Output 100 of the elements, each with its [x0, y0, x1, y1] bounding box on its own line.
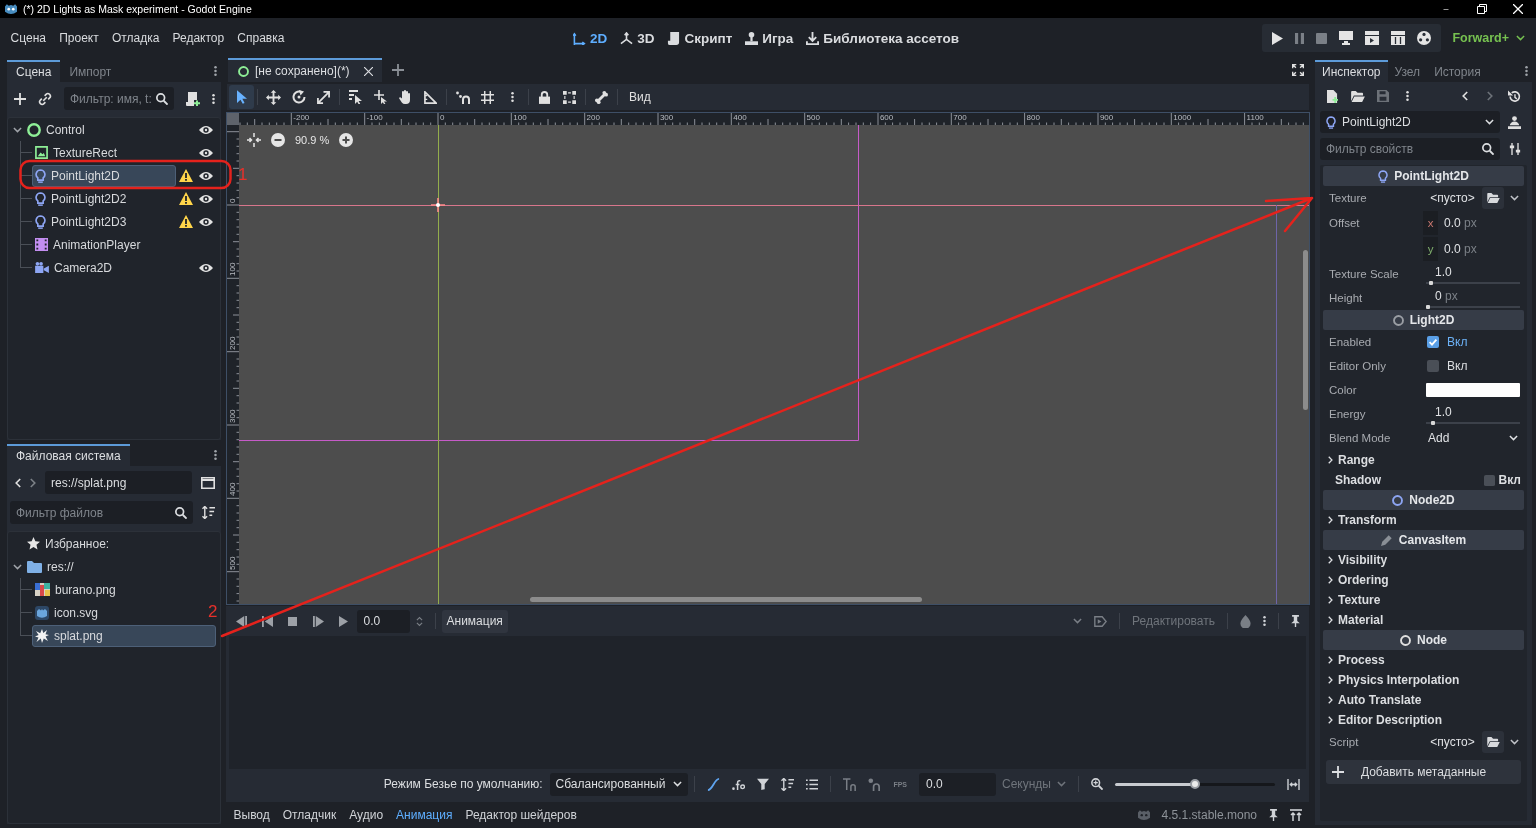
menu-item[interactable]: Отладка: [105, 28, 166, 48]
pause-icon[interactable]: [1295, 32, 1305, 44]
file-item[interactable]: burano.png: [32, 578, 121, 601]
sliders-icon[interactable]: [1508, 143, 1521, 155]
workspace-tab[interactable]: 2D: [572, 30, 608, 46]
scene-node-item[interactable]: AnimationPlayer: [32, 233, 146, 256]
property-group[interactable]: Range: [1323, 450, 1524, 470]
renderer-dropdown[interactable]: Forward+: [1449, 29, 1528, 47]
dock-tab[interactable]: Сцена: [7, 60, 61, 82]
filter-field[interactable]: Фильтр: имя, t:: [64, 87, 174, 110]
grouped-squares-icon[interactable]: [563, 90, 576, 104]
scene-node-item[interactable]: Camera2D: [32, 256, 118, 279]
bezier-curve-icon[interactable]: [707, 777, 721, 791]
warning-icon[interactable]: [179, 215, 193, 228]
person-icon[interactable]: [1508, 115, 1521, 129]
open-folder-icon[interactable]: [1350, 90, 1365, 102]
workspace-tab[interactable]: Игра: [745, 30, 794, 46]
file-item[interactable]: icon.svg: [32, 601, 104, 624]
workspace-tab[interactable]: Скрипт: [667, 30, 733, 46]
chevron-right-icon[interactable]: [30, 477, 36, 488]
film-reel-icon[interactable]: [1417, 31, 1432, 45]
grid-icon[interactable]: [481, 90, 494, 104]
close-icon[interactable]: [363, 66, 373, 76]
number-field[interactable]: 0.0 px: [1438, 242, 1477, 256]
zoom-in-icon[interactable]: [339, 133, 354, 147]
add-icon[interactable]: [391, 64, 404, 76]
droplet-icon[interactable]: [1240, 614, 1251, 628]
pin-icon[interactable]: [1269, 809, 1278, 821]
bottom-panel-tab[interactable]: Вывод: [227, 808, 277, 822]
bottom-panel-tab[interactable]: Анимация: [389, 808, 459, 822]
menu-item[interactable]: Редактор: [165, 28, 231, 48]
file-item[interactable]: Избранное:: [24, 532, 115, 555]
bone-icon[interactable]: [595, 90, 608, 104]
save-icon[interactable]: [1376, 90, 1389, 102]
checkbox[interactable]: [1483, 474, 1495, 486]
property-group[interactable]: Ordering: [1323, 570, 1524, 590]
history-icon[interactable]: [1508, 89, 1521, 103]
bezier-mode-dropdown[interactable]: Сбалансированный: [549, 772, 689, 796]
dock-tab[interactable]: Узел: [1387, 60, 1428, 82]
kebab-menu-icon[interactable]: [511, 91, 514, 103]
t-arch-icon[interactable]: [843, 777, 857, 791]
scroll-plus-icon[interactable]: [186, 91, 200, 106]
scrollbar-thumb[interactable]: [1303, 250, 1308, 410]
kebab-menu-icon[interactable]: [1406, 90, 1409, 102]
chevron-left-icon[interactable]: [15, 477, 21, 488]
new-file-icon[interactable]: [1327, 89, 1338, 103]
chevron-down-icon[interactable]: [1509, 195, 1519, 201]
monitor-icon[interactable]: [1339, 31, 1354, 45]
menu-item[interactable]: Проект: [52, 28, 106, 48]
play-backwards-from-end-icon[interactable]: [236, 615, 248, 627]
lock-icon[interactable]: [539, 90, 550, 104]
filter-icon[interactable]: [757, 778, 770, 790]
color-swatch[interactable]: [1426, 383, 1520, 397]
property-group[interactable]: Visibility: [1323, 550, 1524, 570]
dots-arch-icon[interactable]: [455, 90, 470, 104]
workspace-tab[interactable]: Библиотека ассетов: [806, 30, 960, 46]
scene-node-item[interactable]: Control: [24, 118, 90, 141]
dot-arch-icon[interactable]: [868, 777, 882, 791]
resource-picker[interactable]: <пусто>: [1423, 187, 1482, 209]
resource-picker[interactable]: <пусто>: [1423, 731, 1482, 753]
chevron-left-icon[interactable]: [1461, 91, 1468, 101]
property-group[interactable]: Physics Interpolation: [1323, 670, 1524, 690]
property-group[interactable]: Shadow: [1335, 473, 1484, 487]
dock-tab[interactable]: Импорт: [60, 60, 121, 82]
property-group[interactable]: Editor Description: [1323, 710, 1524, 730]
dock-tab[interactable]: Инспектор: [1315, 60, 1388, 82]
clapperboard-icon[interactable]: [1391, 31, 1406, 45]
play-icon[interactable]: [339, 615, 349, 627]
chain-link-icon[interactable]: [38, 91, 52, 106]
minimize-icon[interactable]: [1441, 8, 1451, 10]
up-down-chevrons-icon[interactable]: [415, 615, 423, 627]
kebab-menu-icon[interactable]: [1263, 615, 1266, 627]
eye-icon[interactable]: [199, 262, 213, 273]
slider-thumb[interactable]: [1190, 779, 1200, 789]
eye-icon[interactable]: [199, 216, 213, 227]
checkbox-label[interactable]: Вкл: [1447, 335, 1468, 349]
tag-play-icon[interactable]: [1094, 615, 1108, 627]
function-icon[interactable]: [732, 778, 746, 790]
scene-node-item[interactable]: PointLight2D3: [32, 210, 132, 233]
sort-icon[interactable]: [202, 506, 215, 519]
property-group[interactable]: Material: [1323, 610, 1524, 630]
scene-tab[interactable]: [не сохранено](*): [228, 58, 382, 82]
kebab-menu-icon[interactable]: [214, 449, 217, 461]
property-group[interactable]: Texture: [1323, 590, 1524, 610]
bottom-panel-tab[interactable]: Отладчик: [276, 808, 343, 822]
scrollbar-thumb[interactable]: [530, 597, 922, 602]
file-item[interactable]: splat.png: [32, 624, 216, 647]
zoom-slider-track[interactable]: [1115, 782, 1275, 786]
scene-node-item[interactable]: PointLight2D2: [32, 187, 132, 210]
property-group[interactable]: Transform: [1323, 510, 1524, 530]
file-filter-field[interactable]: Фильтр файлов: [10, 501, 193, 524]
fit-width-icon[interactable]: [1287, 778, 1300, 790]
eye-icon[interactable]: [199, 170, 213, 181]
view-menu[interactable]: Вид: [621, 85, 659, 109]
animation-button[interactable]: Анимация: [441, 609, 508, 633]
window-icon[interactable]: [201, 476, 215, 489]
checkbox[interactable]: [1427, 336, 1439, 348]
dropdown[interactable]: Add: [1423, 427, 1524, 449]
stop-icon[interactable]: [288, 616, 298, 626]
kebab-menu-icon[interactable]: [212, 92, 215, 105]
